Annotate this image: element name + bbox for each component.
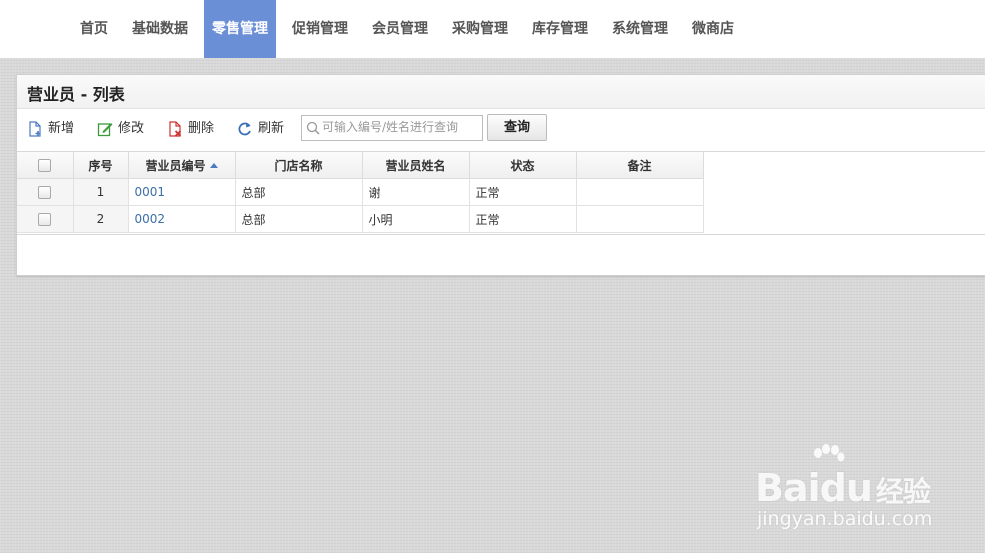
add-button[interactable]: 新增 <box>27 119 89 139</box>
column-header-index: 序号 <box>73 152 129 179</box>
store-name-cell: 总部 <box>235 178 363 206</box>
store-name-cell: 总部 <box>235 205 363 233</box>
watermark-logo-cn: 经验 <box>875 475 931 508</box>
row-checkbox[interactable] <box>38 186 52 199</box>
file-plus-icon <box>29 121 41 137</box>
row-select-cell <box>17 205 74 233</box>
baidu-jingyan-watermark: Baidu 经验 jingyan.baidu.com <box>755 444 935 534</box>
table-row[interactable]: 2 0002 总部 小明 正常 <box>17 205 704 233</box>
watermark-logo-text: Bai <box>755 466 821 510</box>
baidu-jingyan-logo: Baidu 经验 <box>755 466 931 510</box>
nav-item-purchase-management[interactable]: 采购管理 <box>444 0 516 58</box>
row-index: 2 <box>73 205 129 233</box>
search-box <box>301 115 483 141</box>
nav-item-inventory-management[interactable]: 库存管理 <box>524 0 596 58</box>
salesperson-name-cell: 谢 <box>362 178 470 206</box>
edit-icon <box>97 123 113 137</box>
refresh-button-label: 刷新 <box>258 121 285 136</box>
column-header-name[interactable]: 营业员姓名 <box>362 152 470 179</box>
salesperson-name-cell: 小明 <box>362 205 470 233</box>
select-all-header <box>17 152 74 179</box>
panel-header: 营业员 - 列表 <box>17 75 985 109</box>
search-input[interactable] <box>322 118 477 136</box>
row-index: 1 <box>73 178 129 206</box>
nav-item-promotion-management[interactable]: 促销管理 <box>284 0 356 58</box>
watermark-url: jingyan.baidu.com <box>757 508 933 530</box>
nav-item-home[interactable]: 首页 <box>70 0 118 58</box>
add-button-label: 新增 <box>48 121 75 136</box>
column-header-status[interactable]: 状态 <box>469 152 577 179</box>
salesperson-list-panel: 营业员 - 列表 新增 修改 删除 刷新 可输入编号/姓名进行查询 查询 序号 … <box>16 74 985 276</box>
edit-button[interactable]: 修改 <box>97 119 159 139</box>
column-header-remark[interactable]: 备注 <box>576 152 704 179</box>
remark-cell <box>576 178 704 206</box>
refresh-button[interactable]: 刷新 <box>237 119 299 139</box>
column-header-code[interactable]: 营业员编号 <box>128 152 236 179</box>
nav-item-basic-data[interactable]: 基础数据 <box>124 0 196 58</box>
salesperson-code-link[interactable]: 0001 <box>128 178 236 206</box>
watermark-logo-text2: du <box>819 466 873 510</box>
column-header-code-label: 营业员编号 <box>145 158 206 173</box>
search-icon <box>306 121 320 135</box>
nav-item-member-management[interactable]: 会员管理 <box>364 0 436 58</box>
remark-cell <box>576 205 704 233</box>
table-header-row: 序号 营业员编号 门店名称 营业员姓名 状态 备注 <box>17 152 704 179</box>
row-checkbox[interactable] <box>38 213 52 226</box>
salesperson-code-link[interactable]: 0002 <box>128 205 236 233</box>
row-select-cell <box>17 178 74 206</box>
page-title: 营业员 - 列表 <box>27 85 125 104</box>
query-button[interactable]: 查询 <box>487 114 547 141</box>
nav-item-retail-management[interactable]: 零售管理 <box>204 0 276 58</box>
status-cell: 正常 <box>469 205 577 233</box>
top-navigation: 首页 基础数据 零售管理 促销管理 会员管理 采购管理 库存管理 系统管理 微商… <box>0 0 985 58</box>
table-row[interactable]: 1 0001 总部 谢 正常 <box>17 178 704 206</box>
select-all-checkbox[interactable] <box>38 159 52 172</box>
salesperson-table: 序号 营业员编号 门店名称 营业员姓名 状态 备注 1 0001 总部 谢 正常… <box>17 151 985 235</box>
file-delete-icon <box>169 121 182 137</box>
sort-ascending-icon <box>209 162 218 168</box>
refresh-icon <box>238 122 251 136</box>
edit-button-label: 修改 <box>118 121 145 136</box>
delete-button-label: 删除 <box>188 121 215 136</box>
nav-item-micro-store[interactable]: 微商店 <box>684 0 742 58</box>
column-header-store[interactable]: 门店名称 <box>235 152 363 179</box>
status-cell: 正常 <box>469 178 577 206</box>
delete-button[interactable]: 删除 <box>167 119 229 139</box>
nav-item-system-management[interactable]: 系统管理 <box>604 0 676 58</box>
